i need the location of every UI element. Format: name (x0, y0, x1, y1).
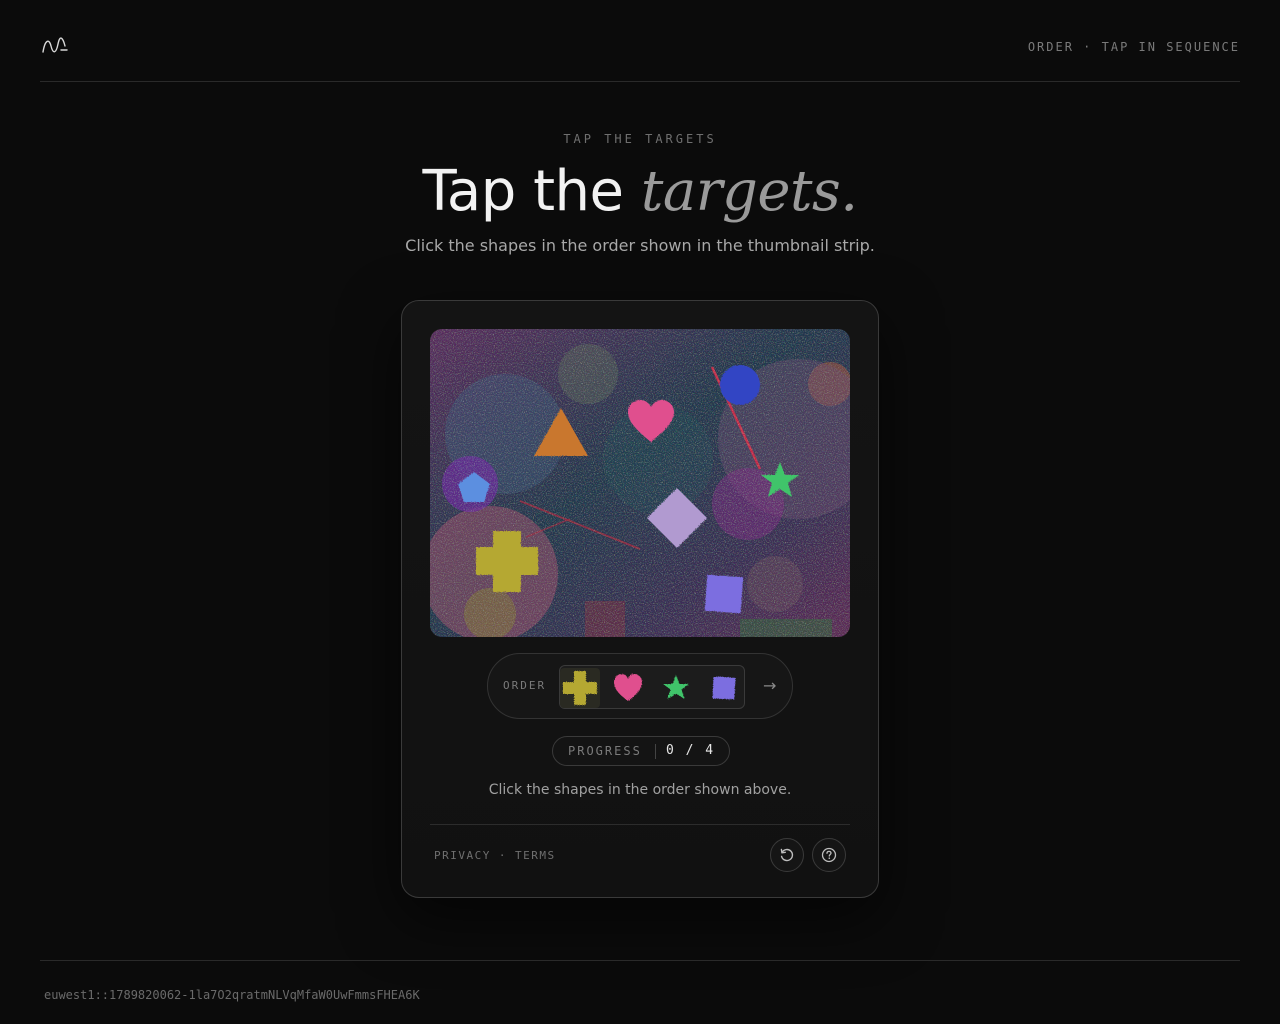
help-button[interactable] (812, 838, 846, 872)
top-bar: ORDER · TAP IN SEQUENCE (40, 0, 1240, 82)
thumb-heart (614, 674, 642, 701)
title-emphasis: targets. (640, 159, 858, 224)
thumb-cross (560, 668, 600, 708)
shape-circle[interactable] (720, 365, 760, 405)
order-thumbnails (559, 665, 745, 709)
refresh-icon (780, 848, 794, 862)
challenge-canvas[interactable] (430, 329, 850, 637)
thumb-square (712, 676, 736, 700)
refresh-button[interactable] (770, 838, 804, 872)
shape-square[interactable] (704, 574, 744, 614)
thumb-star (663, 675, 689, 699)
order-label: ORDER (503, 679, 547, 692)
help-circle-icon (821, 847, 837, 863)
arrow-right-icon[interactable]: → (763, 676, 776, 695)
progress-pill: PROGRESS 0 / 4 (552, 736, 730, 766)
subhead: Click the shapes in the order shown in t… (405, 236, 875, 255)
header-tag: ORDER · TAP IN SEQUENCE (1027, 40, 1240, 54)
terms-link[interactable]: TERMS (515, 849, 556, 862)
hero: TAP THE TARGETS Tap the targets. Click t… (0, 132, 1280, 255)
card-divider (430, 824, 850, 825)
challenge-card: ORDER → PROGRESS 0 / 4 Click the shapes … (401, 300, 879, 898)
session-id: euwest1::1789820062-1la7O2qratmNLVqMfaW0… (44, 988, 420, 1002)
privacy-link[interactable]: PRIVACY (434, 849, 491, 862)
instruction-text: Click the shapes in the order shown abov… (488, 782, 792, 798)
eyebrow: TAP THE TARGETS (563, 132, 717, 146)
order-strip: ORDER → (487, 653, 793, 719)
title-plain: Tap the (422, 159, 624, 224)
progress-value: 0 / 4 (666, 743, 714, 758)
wave-logo-icon (42, 37, 68, 53)
progress-divider (655, 744, 656, 759)
progress-label: PROGRESS (568, 744, 642, 758)
page-title: Tap the targets. (0, 160, 1280, 224)
footer-divider (40, 960, 1240, 961)
legal-links: PRIVACY · TERMS (434, 849, 556, 862)
link-separator: · (498, 849, 507, 862)
